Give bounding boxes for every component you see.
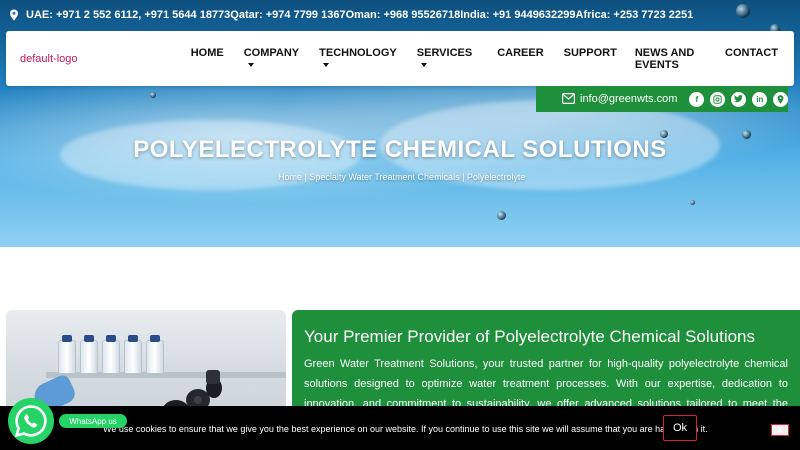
lab-bottle (102, 335, 120, 374)
nav-contact[interactable]: CONTACT (725, 47, 778, 71)
whatsapp-button[interactable] (8, 398, 54, 444)
nav-technology[interactable]: TECHNOLOGY (319, 47, 397, 71)
cookie-message: We use cookies to ensure that we give yo… (103, 424, 708, 434)
page: UAE: +971 2 552 6112, +971 5644 18773Qat… (0, 0, 800, 450)
whatsapp-label[interactable]: WhatsApp us (59, 414, 127, 428)
chevron-down-icon (420, 62, 427, 67)
nav-technology-label: TECHNOLOGY (319, 46, 397, 59)
instagram-icon[interactable] (710, 91, 726, 107)
breadcrumb[interactable]: Home | Specialty Water Treatment Chemica… (278, 172, 525, 182)
nav-company-label: COMPANY (243, 46, 300, 59)
water-bubble (497, 211, 506, 220)
chevron-down-icon (247, 62, 254, 67)
nav-company[interactable]: COMPANY (244, 47, 299, 71)
water-bubble (150, 92, 156, 98)
nav-news-and-events[interactable]: NEWS AND EVENTS (635, 47, 705, 71)
cookie-close-button[interactable]: ✕ (771, 424, 789, 436)
location-icon[interactable] (773, 91, 789, 107)
main-navbar: default-logo HOME COMPANY TECHNOLOGY SER… (6, 31, 794, 86)
water-bubble (690, 200, 695, 205)
nav-services[interactable]: SERVICES (417, 47, 472, 71)
social-links: f in (689, 91, 789, 107)
whatsapp-icon (14, 405, 47, 438)
twitter-icon[interactable] (731, 91, 747, 107)
cookie-banner: We use cookies to ensure that we give yo… (0, 406, 800, 450)
main-nav: HOME COMPANY TECHNOLOGY SERVICES CAREER … (191, 47, 778, 71)
close-icon: ✕ (776, 424, 784, 435)
intro-heading: Your Premier Provider of Polyelectrolyte… (304, 327, 756, 346)
contact-email[interactable]: info@greenwts.com (580, 93, 677, 105)
topbar-phone-list: UAE: +971 2 552 6112, +971 5644 18773Qat… (26, 9, 694, 21)
site-logo[interactable]: default-logo (20, 53, 191, 65)
linkedin-icon[interactable]: in (752, 91, 768, 107)
chevron-down-icon (323, 62, 330, 67)
contact-strip: info@greenwts.com f in (536, 86, 789, 112)
cookie-ok-button[interactable]: Ok (663, 415, 697, 441)
lab-bottle (80, 335, 98, 374)
location-pin-icon (10, 9, 18, 21)
topbar-contacts: UAE: +971 2 552 6112, +971 5644 18773Qat… (0, 0, 800, 30)
nav-career[interactable]: CAREER (497, 47, 543, 71)
hero-banner: UAE: +971 2 552 6112, +971 5644 18773Qat… (0, 0, 800, 247)
lab-bottle (58, 335, 76, 374)
facebook-icon[interactable]: f (689, 91, 705, 107)
page-title: POLYELECTROLYTE CHEMICAL SOLUTIONS (133, 136, 667, 163)
mail-icon (562, 93, 575, 104)
nav-support[interactable]: SUPPORT (564, 47, 617, 71)
nav-home[interactable]: HOME (191, 47, 224, 71)
nav-services-label: SERVICES (416, 46, 473, 59)
